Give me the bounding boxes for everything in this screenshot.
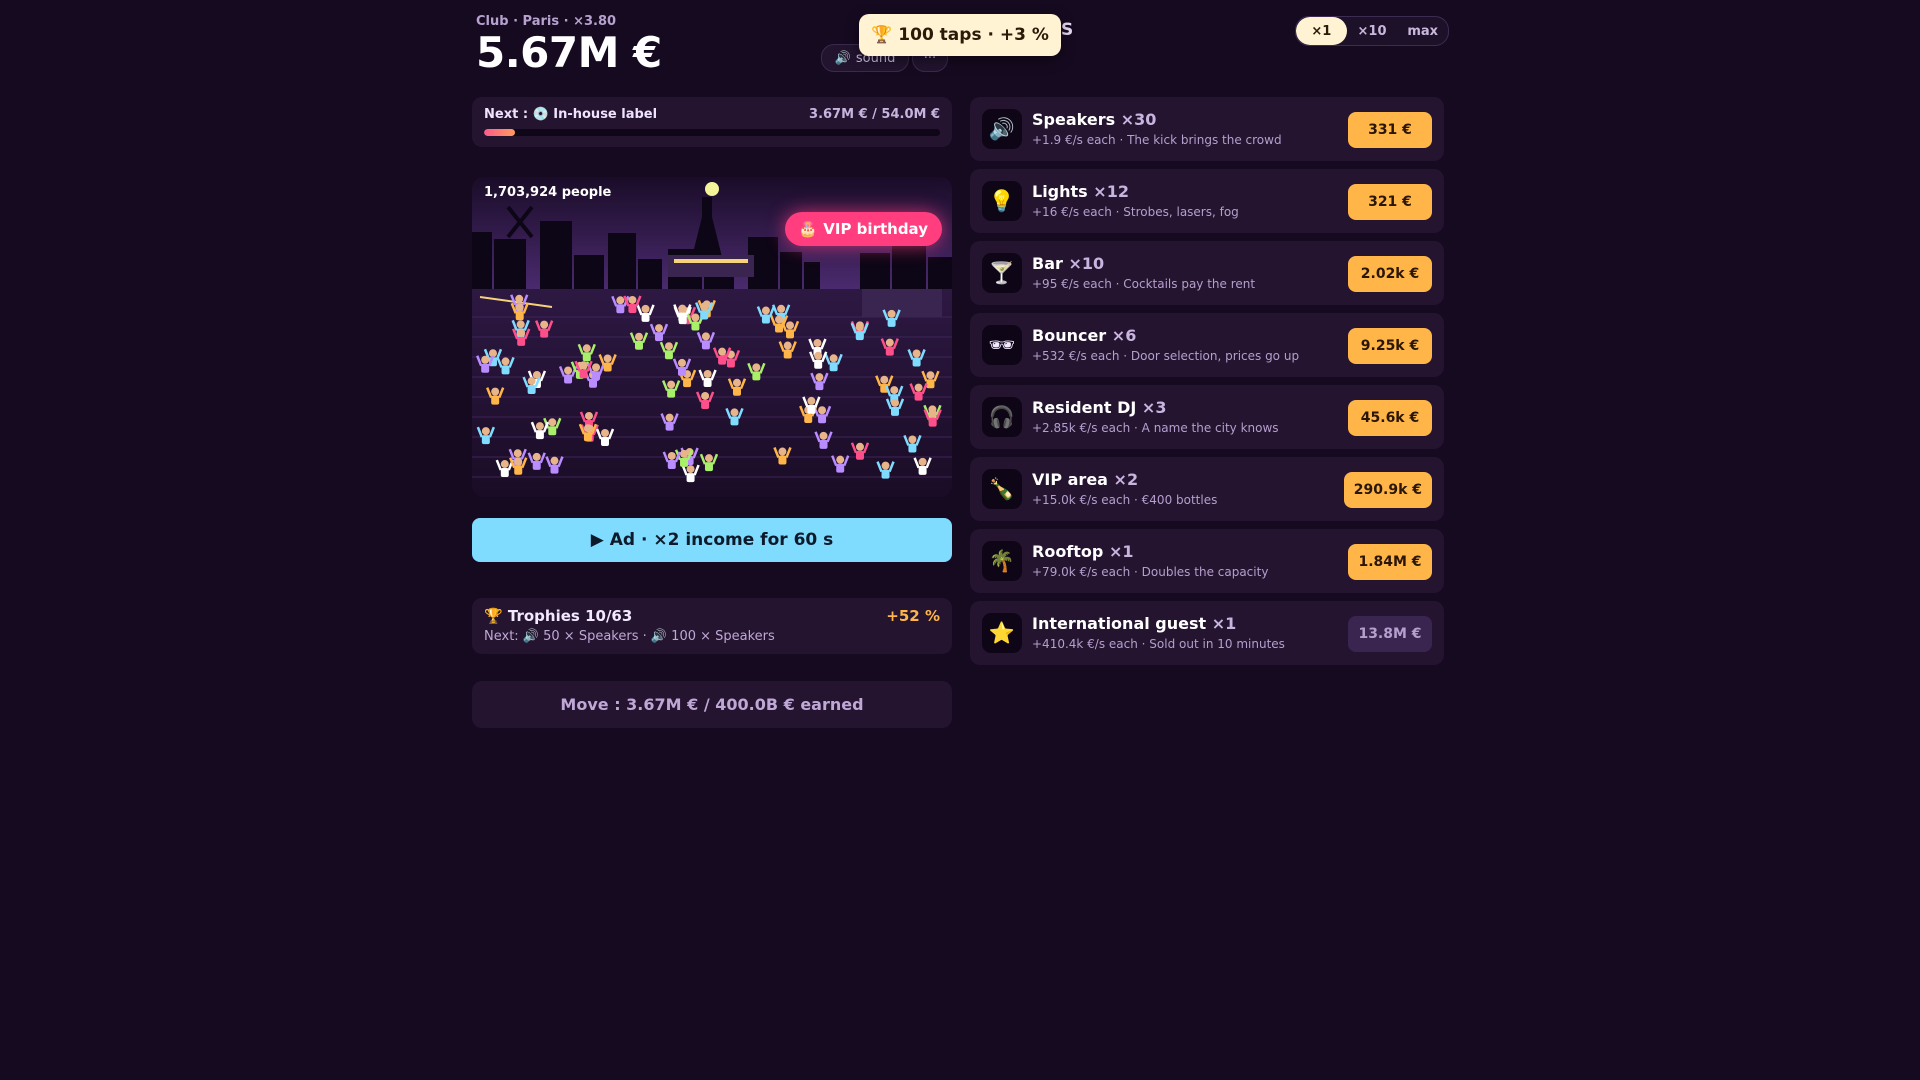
trophies-card[interactable]: 🏆 Trophies 10/63 +52 % Next: 🔊 50 × Spea… xyxy=(472,598,952,654)
shop-item-name: Resident DJ xyxy=(1032,398,1137,417)
shop-item-icon: 🌴 xyxy=(982,541,1022,581)
shop-item-icon: 🍸 xyxy=(982,253,1022,293)
buy-button[interactable]: 331 € xyxy=(1348,112,1432,148)
buy-button[interactable]: 290.9k € xyxy=(1343,472,1432,508)
toast-tail-text: S xyxy=(1061,20,1074,40)
shop-item-description: +95 €/s each · Cocktails pay the rent xyxy=(1032,277,1256,291)
shop-item-name: Bar xyxy=(1032,254,1063,273)
buy-button[interactable]: 1.84M € xyxy=(1348,544,1432,580)
vip-event-label: VIP birthday xyxy=(823,220,928,238)
shop-item-description: +410.4k €/s each · Sold out in 10 minute… xyxy=(1032,637,1285,651)
shop-item-count: ×10 xyxy=(1068,254,1105,273)
buy-button[interactable]: 9.25k € xyxy=(1348,328,1432,364)
shop-item-title: Rooftop ×1 xyxy=(1032,542,1133,561)
buy-multiplier-selector: ×1 ×10 max xyxy=(1295,16,1449,46)
shop-item-count: ×6 xyxy=(1111,326,1137,345)
shop-item-count: ×2 xyxy=(1113,470,1139,489)
shop-item[interactable]: 🍸 Bar ×10 +95 €/s each · Cocktails pay the… xyxy=(970,241,1444,305)
next-goal-value: 3.67M € / 54.0M € xyxy=(809,107,940,122)
shop-item[interactable]: ⭐ International guest ×1 +410.4k €/s each … xyxy=(970,601,1444,665)
people-count: 1,703,924 people xyxy=(484,185,612,200)
club-subtitle: Club · Paris · ×3.80 xyxy=(476,14,617,29)
next-goal-card: Next : 💿 In-house label 3.67M € / 54.0M … xyxy=(472,97,952,147)
shop-item-count: ×30 xyxy=(1120,110,1157,129)
multiplier-x1-button[interactable]: ×1 xyxy=(1296,17,1347,45)
shop-item-icon: 🍾 xyxy=(982,469,1022,509)
shop-item-title: VIP area ×2 xyxy=(1032,470,1138,489)
move-button[interactable]: Move : 3.67M € / 400.0B € earned xyxy=(472,681,952,728)
shop-item-count: ×3 xyxy=(1141,398,1167,417)
multiplier-x10-button[interactable]: ×10 xyxy=(1347,17,1398,45)
shop-item[interactable]: 🔊 Speakers ×30 +1.9 €/s each · The kick br… xyxy=(970,97,1444,161)
shop-item[interactable]: 🌴 Rooftop ×1 +79.0k €/s each · Doubles the… xyxy=(970,529,1444,593)
shop-item-name: International guest xyxy=(1032,614,1207,633)
toast-text: 100 taps · +3 % xyxy=(898,25,1049,45)
buy-button[interactable]: 2.02k € xyxy=(1348,256,1432,292)
buy-button[interactable]: 321 € xyxy=(1348,184,1432,220)
shop-item-icon: ⭐ xyxy=(982,613,1022,653)
shop-item-icon: 💡 xyxy=(982,181,1022,221)
speaker-icon: 🔊 xyxy=(834,50,851,66)
watch-ad-button[interactable]: ▶ Ad · ×2 income for 60 s xyxy=(472,518,952,562)
trophies-title: 🏆 Trophies 10/63 xyxy=(484,607,633,625)
dj-booth xyxy=(668,255,754,277)
shop-item-description: +15.0k €/s each · €400 bottles xyxy=(1032,493,1218,507)
shop-item-description: +2.85k €/s each · A name the city knows xyxy=(1032,421,1279,435)
next-goal-progress-fill xyxy=(484,129,515,136)
shop-item-title: International guest ×1 xyxy=(1032,614,1236,633)
buy-button[interactable]: 13.8M € xyxy=(1348,616,1432,652)
shop-item-count: ×1 xyxy=(1108,542,1134,561)
shop-item-icon: 🎧 xyxy=(982,397,1022,437)
vip-birthday-event[interactable]: 🎂 VIP birthday xyxy=(784,212,942,246)
shop-item-name: Rooftop xyxy=(1032,542,1104,561)
disco-ball-light xyxy=(705,182,719,196)
trophies-next: Next: 🔊 50 × Speakers · 🔊 100 × Speakers xyxy=(484,629,775,644)
cake-icon: 🎂 xyxy=(798,220,818,238)
shop-item-title: Bouncer ×6 xyxy=(1032,326,1136,345)
shop-item-description: +1.9 €/s each · The kick brings the crow… xyxy=(1032,133,1282,147)
shop-item-title: Resident DJ ×3 xyxy=(1032,398,1166,417)
shop-item-description: +16 €/s each · Strobes, lasers, fog xyxy=(1032,205,1239,219)
shop-item[interactable]: 🍾 VIP area ×2 +15.0k €/s each · €400 bottl… xyxy=(970,457,1444,521)
shop-item-icon: 🔊 xyxy=(982,109,1022,149)
shop-item-name: Speakers xyxy=(1032,110,1116,129)
shop-item-description: +532 €/s each · Door selection, prices g… xyxy=(1032,349,1300,363)
shop-item[interactable]: 🕶 Bouncer ×6 +532 €/s each · Door selectio… xyxy=(970,313,1444,377)
shop-item[interactable]: 💡 Lights ×12 +16 €/s each · Strobes, laser… xyxy=(970,169,1444,233)
shop-item-title: Lights ×12 xyxy=(1032,182,1129,201)
upgrade-shop-list: 🔊 Speakers ×30 +1.9 €/s each · The kick br… xyxy=(970,97,1444,673)
shop-item-name: VIP area xyxy=(1032,470,1108,489)
multiplier-max-button[interactable]: max xyxy=(1397,17,1448,45)
shop-item-count: ×12 xyxy=(1093,182,1129,201)
club-dancefloor[interactable]: 1,703,924 people 🎂 VIP birthday xyxy=(472,177,952,497)
money-counter: 5.67M € xyxy=(476,28,662,77)
shop-item-description: +79.0k €/s each · Doubles the capacity xyxy=(1032,565,1269,579)
shop-item[interactable]: 🎧 Resident DJ ×3 +2.85k €/s each · A name … xyxy=(970,385,1444,449)
trophy-icon: 🏆 xyxy=(871,25,893,45)
next-goal-label: Next : 💿 In-house label xyxy=(484,107,658,122)
trophy-toast: 🏆 100 taps · +3 % xyxy=(859,14,1061,56)
vip-area xyxy=(862,289,942,317)
shop-item-title: Speakers ×30 xyxy=(1032,110,1156,129)
shop-item-count: ×1 xyxy=(1211,614,1237,633)
next-goal-progress-bar xyxy=(484,129,940,136)
trophies-bonus: +52 % xyxy=(886,607,940,625)
shop-item-icon: 🕶 xyxy=(982,325,1022,365)
shop-item-name: Lights xyxy=(1032,182,1088,201)
shop-item-title: Bar ×10 xyxy=(1032,254,1104,273)
buy-button[interactable]: 45.6k € xyxy=(1348,400,1432,436)
shop-item-name: Bouncer xyxy=(1032,326,1107,345)
